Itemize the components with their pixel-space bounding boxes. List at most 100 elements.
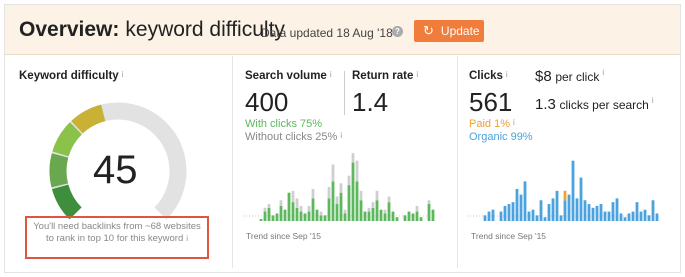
trend-bar bbox=[311, 198, 315, 221]
trend-bar bbox=[287, 192, 291, 221]
cpc-label: per click bbox=[555, 70, 600, 84]
trend-bar bbox=[503, 205, 507, 221]
trend-bar bbox=[535, 215, 539, 221]
trend-bar bbox=[507, 204, 511, 221]
trend-bar bbox=[587, 204, 591, 221]
refresh-icon: ↻ bbox=[423, 23, 434, 38]
trend-bar bbox=[259, 219, 263, 221]
metric-divider bbox=[344, 71, 345, 115]
search-volume-trend-chart bbox=[243, 153, 435, 221]
trend-bar bbox=[519, 194, 523, 221]
search-volume-label: Search volume i bbox=[245, 70, 332, 82]
trend-bar bbox=[335, 204, 339, 221]
trend-bar bbox=[563, 190, 567, 201]
trend-bar bbox=[307, 211, 311, 221]
info-icon[interactable]: i bbox=[506, 70, 508, 79]
difficulty-score: 45 bbox=[93, 148, 138, 192]
trend-bar bbox=[483, 215, 487, 221]
trend-bar bbox=[607, 211, 611, 221]
trend-bar bbox=[267, 207, 271, 221]
trend-bar bbox=[363, 211, 367, 221]
info-icon[interactable]: i bbox=[122, 70, 124, 79]
trend-bar bbox=[263, 211, 267, 221]
organic-clicks-text: Organic 99% bbox=[469, 131, 533, 143]
trend-bar bbox=[267, 204, 271, 208]
clicks-label-text: Clicks bbox=[469, 70, 503, 82]
trend-bar bbox=[651, 200, 655, 221]
trend-bar bbox=[327, 198, 331, 221]
cps-label: clicks per search bbox=[559, 98, 649, 112]
trend-bar bbox=[355, 181, 359, 221]
trend-bar bbox=[299, 205, 303, 212]
trend-bar bbox=[319, 211, 323, 216]
trend-bar bbox=[295, 198, 299, 208]
trend-bar bbox=[427, 200, 431, 205]
trend-bar bbox=[571, 160, 575, 221]
trend-bar bbox=[415, 205, 419, 212]
update-button[interactable]: ↻ Update bbox=[414, 20, 484, 42]
page-title: Overview: keyword difficulty bbox=[19, 18, 285, 42]
trend-bar bbox=[335, 196, 339, 205]
trend-bar bbox=[499, 211, 503, 221]
trend-bar bbox=[315, 209, 319, 221]
data-updated-text: Data updated 18 Aug '18 bbox=[261, 26, 393, 40]
clicks-trend-chart bbox=[467, 160, 659, 221]
trend-bar bbox=[575, 198, 579, 221]
backlinks-note: You'll need backlinks from ~68 websites … bbox=[25, 216, 209, 259]
trend-bar bbox=[551, 198, 555, 221]
trend-bar bbox=[627, 213, 631, 221]
trend-bar bbox=[647, 215, 651, 221]
trend-bar bbox=[595, 205, 599, 221]
column-divider bbox=[232, 56, 233, 268]
trend-bar bbox=[351, 162, 355, 221]
trend-bar bbox=[375, 190, 379, 201]
info-icon[interactable]: i bbox=[513, 118, 515, 127]
trend-bar bbox=[559, 215, 563, 221]
search-volume-trend-label: Trend since Sep '15 bbox=[246, 231, 322, 241]
trend-bar bbox=[567, 194, 571, 221]
update-label: Update bbox=[440, 24, 480, 38]
with-clicks-text: With clicks 75% bbox=[245, 118, 323, 130]
trend-bar bbox=[655, 213, 659, 221]
trend-bar bbox=[359, 190, 363, 201]
help-icon[interactable]: ? bbox=[392, 26, 403, 37]
trend-bar bbox=[263, 207, 267, 212]
trend-bar bbox=[279, 200, 283, 206]
trend-bar bbox=[387, 196, 391, 203]
trend-bar bbox=[359, 200, 363, 221]
info-icon[interactable]: i bbox=[340, 131, 342, 140]
trend-bar bbox=[347, 185, 351, 221]
trend-bar bbox=[631, 211, 635, 221]
trend-bar bbox=[591, 207, 595, 221]
trend-bar bbox=[431, 209, 435, 221]
trend-bar bbox=[527, 211, 531, 221]
backlinks-note-line1: You'll need backlinks from ~68 websites bbox=[33, 221, 201, 232]
trend-bar bbox=[351, 153, 355, 163]
info-icon[interactable]: i bbox=[186, 234, 188, 243]
trend-bar bbox=[391, 211, 395, 221]
trend-bar bbox=[643, 209, 647, 221]
trend-bar bbox=[603, 211, 607, 221]
trend-bar bbox=[619, 213, 623, 221]
info-icon[interactable]: i bbox=[602, 68, 604, 77]
gauge-segment bbox=[49, 153, 69, 188]
trend-bar bbox=[531, 209, 535, 221]
trend-bar bbox=[291, 190, 295, 203]
trend-bar bbox=[615, 198, 619, 221]
trend-bar bbox=[379, 209, 383, 221]
info-icon[interactable]: i bbox=[416, 70, 418, 79]
trend-bar bbox=[419, 217, 423, 221]
trend-bar bbox=[583, 200, 587, 221]
clicks-per-search: 1.3 clicks per search i bbox=[535, 96, 654, 113]
cost-per-click: $8 per click i bbox=[535, 68, 604, 85]
info-icon[interactable]: i bbox=[330, 70, 332, 79]
trend-bar bbox=[511, 202, 515, 221]
trend-bar bbox=[611, 202, 615, 221]
clicks-label: Clicks i bbox=[469, 70, 508, 82]
gauge-segment bbox=[71, 104, 106, 134]
gauge-segment bbox=[52, 122, 83, 157]
trend-bar bbox=[299, 211, 303, 221]
info-icon[interactable]: i bbox=[652, 96, 654, 105]
trend-bar bbox=[487, 211, 491, 221]
keyword-difficulty-label-text: Keyword difficulty bbox=[19, 70, 119, 82]
